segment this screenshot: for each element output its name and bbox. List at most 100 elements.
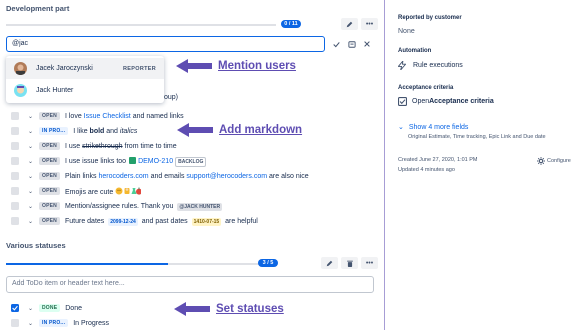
checkbox[interactable] [11, 187, 19, 195]
checklist-item[interactable]: ⌄ OPEN Emojis are cute [11, 185, 143, 197]
item-text: Emojis are cute [65, 187, 143, 196]
status-badge[interactable]: DONE [39, 304, 61, 312]
chevron-down-icon[interactable]: ⌄ [28, 173, 35, 180]
mention-name: Jacek Jaroczynski [36, 65, 93, 72]
item-text: Done [65, 304, 82, 312]
issue-status-badge: BACKLOG [175, 157, 207, 167]
status-badge[interactable]: OPEN [39, 157, 60, 165]
issue-sidebar: Reported by customer None Automation Rul… [386, 0, 579, 330]
pencil-icon [346, 21, 353, 27]
checklist-item[interactable]: ⌄ IN PRO... In Progress [11, 317, 109, 329]
issue-link[interactable]: DEMO-210 [138, 158, 173, 165]
reported-by-value: None [398, 28, 415, 35]
link[interactable]: herocoders.com [98, 173, 148, 180]
checklist-panel: Development part 0 / 11 ••• @jac oup) Ja… [0, 0, 384, 330]
configure-button[interactable]: Configure [537, 157, 571, 165]
more-icon: ••• [365, 20, 374, 28]
annotation-statuses: Set statuses [174, 302, 284, 316]
status-badge[interactable]: OPEN [39, 172, 60, 180]
edit-button[interactable] [321, 257, 338, 269]
obscured-text: oup) [164, 94, 179, 101]
dev-progress-bar [6, 24, 276, 26]
annotation-markdown-label: Add markdown [219, 124, 303, 136]
link[interactable]: Issue Checklist [84, 113, 131, 120]
status-badge[interactable]: OPEN [39, 217, 60, 225]
date-tag-past: 1410-07-15 [191, 217, 222, 226]
avatar [14, 62, 27, 75]
show-more-fields-button[interactable]: ⌄ Show 4 more fields [398, 123, 468, 132]
delete-button[interactable] [341, 257, 358, 269]
mention-dropdown: Jacek Jaroczynski REPORTER Jack Hunter [6, 56, 164, 103]
status-badge[interactable]: OPEN [39, 112, 60, 120]
checkbox[interactable] [11, 112, 19, 120]
email-link[interactable]: support@herocoders.com [186, 173, 267, 180]
statuses-progress-fill [6, 263, 168, 265]
status-badge[interactable]: OPEN [39, 142, 60, 150]
cancel-button[interactable] [358, 38, 375, 50]
chevron-down-icon[interactable]: ⌄ [28, 143, 35, 150]
checkbox[interactable] [11, 172, 19, 180]
chevron-down-icon[interactable]: ⌄ [28, 320, 35, 327]
status-badge[interactable]: IN PRO... [39, 127, 69, 135]
checkbox[interactable] [11, 127, 19, 135]
chevron-down-icon[interactable]: ⌄ [28, 188, 35, 195]
checkbox[interactable] [11, 202, 19, 210]
more-icon: ••• [365, 259, 374, 267]
checkbox[interactable] [11, 142, 19, 150]
lightning-icon [398, 61, 406, 70]
checkbox[interactable] [11, 217, 19, 225]
checklist-item[interactable]: ⌄ OPEN Mention/assignee rules. Thank you… [11, 200, 224, 212]
checklist-item[interactable]: ⌄ OPEN I use strikethrough from time to … [11, 140, 177, 152]
checklist-item[interactable]: ⌄ DONE Done [11, 302, 82, 314]
check-icon [12, 305, 18, 311]
section-title-development: Development part [6, 4, 70, 13]
status-badge[interactable]: OPEN [39, 202, 60, 210]
checklist-item[interactable]: ⌄ OPEN I use issue links too DEMO-210 BACK… [11, 155, 208, 167]
avatar [14, 84, 27, 97]
arrow-left-icon [176, 59, 212, 73]
updated-date: Updated 4 minutes ago [398, 167, 455, 173]
edit-button[interactable] [341, 18, 358, 30]
more-fields-hint: Original Estimate, Time tracking, Epic L… [408, 134, 546, 140]
chevron-down-icon[interactable]: ⌄ [28, 203, 35, 210]
add-todo-input[interactable]: Add ToDo item or header text here... [6, 276, 374, 293]
acceptance-label: Acceptance criteria [398, 85, 454, 91]
created-date: Created June 27, 2020, 1:01 PM [398, 157, 478, 163]
chevron-down-icon[interactable]: ⌄ [28, 158, 35, 165]
item-text: I love Issue Checklist and named links [64, 112, 184, 120]
automation-label: Automation [398, 48, 432, 54]
checkbox-square-icon [398, 97, 407, 106]
status-badge[interactable]: IN PRO... [39, 319, 69, 327]
arrow-left-icon [174, 302, 210, 316]
format-icon [347, 40, 356, 48]
checkbox[interactable] [11, 319, 19, 327]
acceptance-criteria-link[interactable]: Open Acceptance criteria [398, 97, 494, 106]
checklist-item[interactable]: ⌄ OPEN I love Issue Checklist and named … [11, 110, 184, 122]
statuses-progress-badge: 3 / 5 [258, 259, 278, 267]
status-badge[interactable]: OPEN [39, 187, 60, 195]
mention-tag[interactable]: @JACK HUNTER [177, 202, 223, 211]
mention-option[interactable]: Jack Hunter [6, 80, 164, 101]
item-text: Mention/assignee rules. Thank you @JACK … [64, 202, 223, 211]
checkbox-checked[interactable] [11, 304, 19, 312]
item-text: I use issue links too DEMO-210 BACKLOG [65, 157, 208, 167]
statuses-progress-bar [6, 263, 276, 265]
chevron-down-icon[interactable]: ⌄ [28, 113, 35, 120]
checklist-item[interactable]: ⌄ IN PRO... I like bold and italics [11, 125, 137, 137]
section-title-statuses: Various statuses [6, 241, 66, 250]
rule-executions-link[interactable]: Rule executions [398, 61, 463, 70]
chevron-down-icon[interactable]: ⌄ [28, 305, 35, 312]
gear-icon [537, 157, 545, 165]
more-button[interactable]: ••• [361, 257, 378, 269]
checklist-item[interactable]: ⌄ OPEN Future dates 2099-12-24 and past … [11, 215, 258, 227]
chevron-down-icon: ⌄ [398, 124, 404, 131]
item-text: In Progress [73, 319, 109, 327]
more-button[interactable]: ••• [361, 18, 378, 30]
checkbox[interactable] [11, 157, 19, 165]
checklist-item[interactable]: ⌄ OPEN Plain links herocoders.com and em… [11, 170, 309, 182]
mention-option[interactable]: Jacek Jaroczynski REPORTER [6, 58, 164, 79]
chevron-down-icon[interactable]: ⌄ [28, 218, 35, 225]
chevron-down-icon[interactable]: ⌄ [28, 128, 35, 135]
mention-name: Jack Hunter [36, 87, 74, 94]
mention-input[interactable]: @jac [6, 36, 325, 52]
